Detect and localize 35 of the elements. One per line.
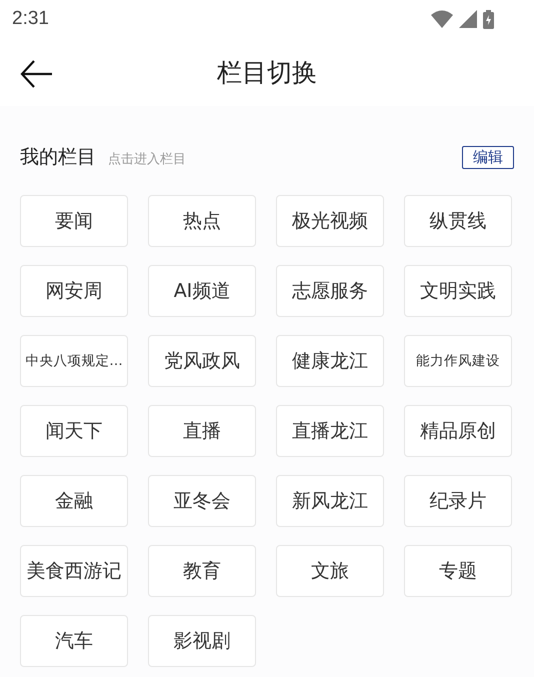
channel-tile[interactable]: 纵贯线 — [404, 195, 512, 247]
page-title: 栏目切换 — [217, 56, 317, 88]
channel-tile[interactable]: 中央八项规定… — [20, 335, 128, 387]
channel-tile[interactable]: 文明实践 — [404, 265, 512, 317]
back-arrow-icon[interactable] — [20, 58, 54, 90]
wifi-icon — [431, 10, 453, 28]
status-time: 2:31 — [12, 8, 49, 30]
channel-tile[interactable]: 直播龙江 — [276, 405, 384, 457]
channel-tile[interactable]: 新风龙江 — [276, 475, 384, 527]
channel-tile[interactable]: 热点 — [148, 195, 256, 247]
edit-button[interactable]: 编辑 — [462, 146, 514, 168]
channel-tile[interactable]: 教育 — [148, 545, 256, 597]
channel-tile[interactable]: 金融 — [20, 475, 128, 527]
channel-tile[interactable]: 健康龙江 — [276, 335, 384, 387]
channel-tile[interactable]: 亚冬会 — [148, 475, 256, 527]
section-title: 我的栏目 — [20, 145, 96, 170]
signal-icon — [459, 10, 477, 28]
channel-tile[interactable]: 纪录片 — [404, 475, 512, 527]
channel-tile[interactable]: 党风政风 — [148, 335, 256, 387]
channel-tile[interactable]: AI频道 — [148, 265, 256, 317]
battery-icon — [483, 10, 494, 28]
channel-tile[interactable]: 网安周 — [20, 265, 128, 317]
channel-tile[interactable]: 文旅 — [276, 545, 384, 597]
channel-tile[interactable]: 美食西游记 — [20, 545, 128, 597]
channel-tile[interactable]: 汽车 — [20, 615, 128, 667]
channel-tile[interactable]: 影视剧 — [148, 615, 256, 667]
channel-tile[interactable]: 志愿服务 — [276, 265, 384, 317]
channel-tile[interactable]: 要闻 — [20, 195, 128, 247]
channel-tile[interactable]: 专题 — [404, 545, 512, 597]
channel-tile[interactable]: 能力作风建设 — [404, 335, 512, 387]
channel-tile[interactable]: 精品原创 — [404, 405, 512, 457]
channel-tile[interactable]: 极光视频 — [276, 195, 384, 247]
channel-tile[interactable]: 闻天下 — [20, 405, 128, 457]
channel-tile[interactable]: 直播 — [148, 405, 256, 457]
section-hint: 点击进入栏目 — [108, 150, 186, 168]
